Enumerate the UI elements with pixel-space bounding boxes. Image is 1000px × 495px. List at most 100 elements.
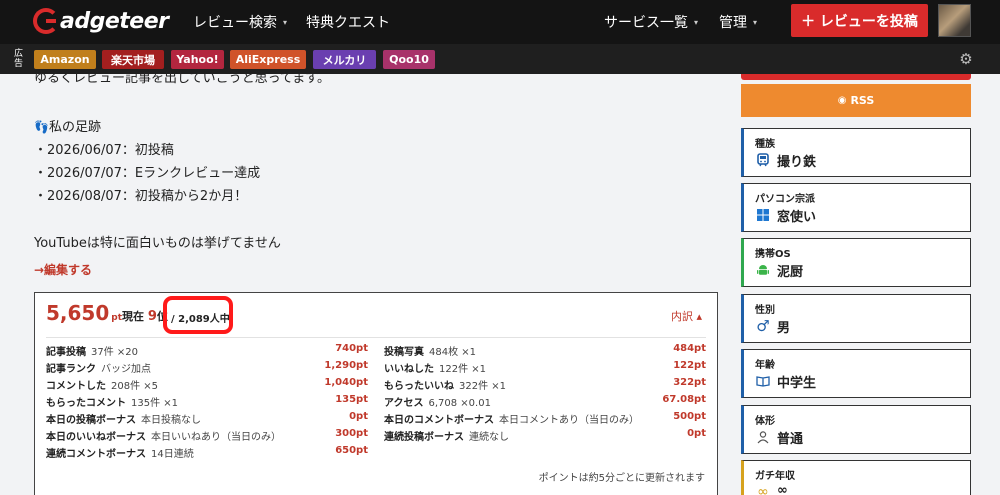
card-value: 窓使い: [777, 210, 817, 225]
row-detail: 14日連続: [151, 449, 194, 460]
card-value: 普通: [777, 432, 804, 447]
top-header: adgeteer レビュー検索 ▾ 特典クエスト サービス一覧 ▾ 管理 ▾ ＋ レビ…: [0, 0, 1000, 44]
sidebar-red-strip: [741, 74, 971, 80]
chevron-down-icon: ▾: [694, 17, 699, 27]
profile-card-age: 年齢 中学生: [741, 349, 971, 398]
points-row: コメントした 208件 ×5 1,040pt: [46, 377, 368, 393]
logo-text: adgeteer: [60, 8, 169, 34]
points-row: 本日のいいねボーナス 本日いいねあり（当日のみ） 300pt: [46, 428, 368, 444]
divider: [46, 337, 706, 338]
card-value: ∞: [777, 483, 788, 495]
points-row: 連続コメントボーナス 14日連続 650pt: [46, 445, 368, 461]
card-title: パソコン宗派: [755, 194, 815, 205]
row-value: 135pt: [335, 394, 368, 405]
history-item: ・2026/08/07：初投稿から2か月！: [34, 189, 248, 204]
row-value: 1,290pt: [324, 360, 368, 371]
row-label: 記事ランク: [46, 364, 96, 375]
train-icon: [756, 153, 770, 167]
points-row: 投稿写真 484枚 ×1 484pt: [384, 343, 706, 359]
intro-text: ゆるくレビュー記事を出していこうと思ってます。: [34, 71, 331, 86]
rank-prefix: 現在: [122, 310, 144, 323]
row-detail: 122件 ×1: [439, 364, 487, 375]
profile-card-body-type: 体形 普通: [741, 405, 971, 454]
card-title: 体形: [755, 416, 775, 427]
person-icon: [756, 430, 770, 444]
male-icon: ♂: [756, 317, 770, 335]
edit-profile-link[interactable]: →編集する: [34, 261, 92, 278]
nav-review-search[interactable]: レビュー検索 ▾: [193, 0, 287, 44]
row-detail: 135件 ×1: [131, 398, 179, 409]
row-label: コメントした: [46, 381, 106, 392]
profile-card-income: ガチ年収 ∞ ∞: [741, 460, 971, 495]
post-review-button[interactable]: ＋ レビューを投稿: [791, 4, 928, 37]
total-points-value: 5,650: [46, 301, 110, 325]
windows-icon: [756, 208, 770, 222]
points-row: もらったコメント 135件 ×1 135pt: [46, 394, 368, 410]
profile-card-mobile-os: 携帯OS 泥厨: [741, 238, 971, 287]
profile-card-species: 種族 撮り鉄: [741, 128, 971, 177]
ad-link-qoo10[interactable]: Qoo10: [383, 50, 435, 69]
nav-admin[interactable]: 管理 ▾: [719, 0, 757, 44]
row-label: いいねした: [384, 364, 434, 375]
profile-card-pc: パソコン宗派 窓使い: [741, 183, 971, 232]
site-logo[interactable]: adgeteer: [33, 6, 169, 36]
row-label: 記事投稿: [46, 347, 86, 358]
points-row: いいねした 122件 ×1 122pt: [384, 360, 706, 376]
row-detail: 本日投稿なし: [141, 415, 201, 426]
row-label: 本日のいいねボーナス: [46, 432, 146, 443]
row-value: 740pt: [335, 343, 368, 354]
card-title: 性別: [755, 305, 775, 316]
points-row: もらったいいね 322件 ×1 322pt: [384, 377, 706, 393]
row-value: 122pt: [673, 360, 706, 371]
footprints-heading: 👣私の足跡: [34, 116, 101, 135]
row-label: 投稿写真: [384, 347, 424, 358]
profile-card-gender: 性別 ♂ 男: [741, 294, 971, 343]
row-detail: 連続なし: [469, 432, 509, 443]
footprints-heading-label: 私の足跡: [49, 120, 102, 135]
nav-perk-quest-label: 特典クエスト: [306, 15, 390, 31]
row-detail: 208件 ×5: [111, 381, 159, 392]
points-row: 本日の投稿ボーナス 本日投稿なし 0pt: [46, 411, 368, 427]
card-title: 年齢: [755, 360, 775, 371]
nav-services[interactable]: サービス一覧 ▾: [604, 0, 698, 44]
row-label: 連続コメントボーナス: [46, 449, 146, 460]
book-icon: [756, 374, 770, 388]
logo-g-mark: [33, 8, 59, 34]
breakdown-toggle[interactable]: 内訳 ▴: [671, 308, 702, 324]
footprints-icon: 👣: [34, 120, 49, 134]
row-label: もらったいいね: [384, 381, 454, 392]
rss-icon: ◉: [837, 95, 847, 106]
row-label: 連続投稿ボーナス: [384, 432, 464, 443]
card-title: 種族: [755, 139, 775, 150]
row-detail: 本日コメントあり（当日のみ）: [499, 415, 639, 426]
row-label: アクセス: [384, 398, 424, 409]
row-label: 本日のコメントボーナス: [384, 415, 494, 426]
row-label: 本日の投稿ボーナス: [46, 415, 136, 426]
row-detail: 37件 ×20: [91, 347, 139, 358]
history-item: ・2026/07/07：Eランクレビュー達成: [34, 166, 261, 181]
points-row: 記事ランク バッジ加点 1,290pt: [46, 360, 368, 376]
avatar[interactable]: [938, 4, 971, 37]
row-detail: 484枚 ×1: [429, 347, 477, 358]
points-row: 連続投稿ボーナス 連続なし 0pt: [384, 428, 706, 444]
row-value: 1,040pt: [324, 377, 368, 388]
card-value: 泥厨: [777, 265, 804, 280]
total-points: 5,650 pt: [46, 301, 122, 325]
gear-icon[interactable]: ⚙: [958, 51, 974, 67]
card-value: 男: [777, 321, 791, 336]
points-row: 本日のコメントボーナス 本日コメントあり（当日のみ） 500pt: [384, 411, 706, 427]
row-value: 484pt: [673, 343, 706, 354]
card-value: 撮り鉄: [777, 155, 817, 170]
nav-services-label: サービス一覧: [604, 15, 688, 31]
nav-perk-quest[interactable]: 特典クエスト: [306, 0, 390, 44]
row-detail: 6,708 ×0.01: [428, 398, 491, 409]
row-detail: バッジ加点: [101, 364, 151, 375]
card-value: 中学生: [777, 376, 817, 391]
row-value: 67.08pt: [662, 394, 706, 405]
row-value: 0pt: [687, 428, 706, 439]
rss-button[interactable]: ◉ RSS: [741, 84, 971, 117]
rank-value: 9: [147, 309, 157, 324]
android-icon: [756, 263, 770, 277]
rank: 現在 9位: [122, 308, 168, 324]
row-detail: 本日いいねあり（当日のみ）: [151, 432, 281, 443]
